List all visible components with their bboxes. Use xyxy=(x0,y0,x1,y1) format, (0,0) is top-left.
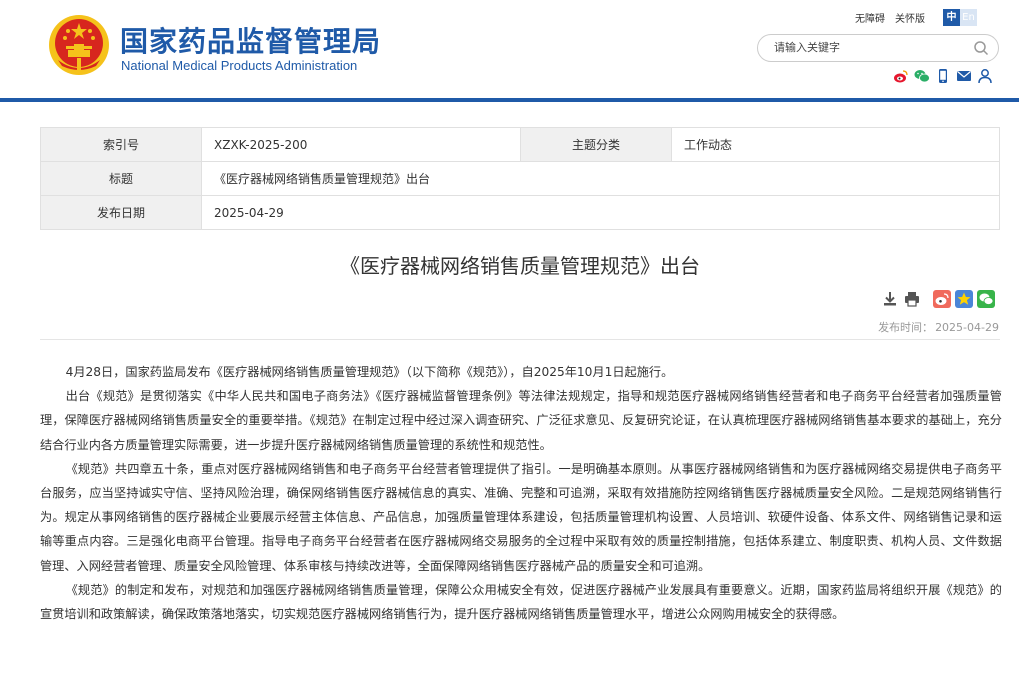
category-label: 主题分类 xyxy=(520,127,672,162)
publish-date-value: 2025-04-29 xyxy=(935,321,999,334)
site-title-en[interactable]: National Medical Products Administration xyxy=(121,58,357,73)
header-share-icons xyxy=(893,68,993,84)
header-divider-bar xyxy=(0,98,1019,102)
title-label: 标题 xyxy=(40,161,202,196)
search-icon[interactable] xyxy=(973,40,989,56)
lang-zh-button[interactable]: 中 xyxy=(943,9,960,26)
article-divider xyxy=(40,339,1000,340)
article-paragraph: 4月28日，国家药监局发布《医疗器械网络销售质量管理规范》（以下简称《规范》），… xyxy=(65,365,674,379)
care-mode-link[interactable]: 关怀版 xyxy=(895,10,925,25)
weibo-icon[interactable] xyxy=(893,68,909,84)
publish-date-label: 发布时间： xyxy=(878,321,934,334)
index-label: 索引号 xyxy=(40,127,202,162)
title-value: 《医疗器械网络销售质量管理规范》出台 xyxy=(201,161,1000,196)
article-tools xyxy=(881,290,999,308)
table-row: 发布日期 2025-04-29 xyxy=(40,195,1000,230)
article-body: 4月28日，国家药监局发布《医疗器械网络销售质量管理规范》（以下简称《规范》），… xyxy=(40,360,1002,626)
date-value: 2025-04-29 xyxy=(201,195,1000,230)
info-table: 索引号 XZXK-2025-200 主题分类 工作动态 标题 《医疗器械网络销售… xyxy=(40,127,1000,230)
publish-date: 发布时间： 2025-04-29 xyxy=(876,319,999,335)
mobile-icon[interactable] xyxy=(935,68,951,84)
download-icon[interactable] xyxy=(881,290,899,308)
site-header: 国家药品监督管理局 National Medical Products Admi… xyxy=(0,0,1019,98)
language-switch: 中 En xyxy=(943,9,977,26)
article-title: 《医疗器械网络销售质量管理规范》出台 xyxy=(340,254,700,278)
table-row: 索引号 XZXK-2025-200 主题分类 工作动态 xyxy=(40,127,1000,162)
article-paragraph: 《规范》共四章五十条，重点对医疗器械网络销售和电子商务平台经营者管理提供了指引。… xyxy=(40,461,1002,573)
national-emblem-logo[interactable] xyxy=(48,14,110,76)
accessibility-link[interactable]: 无障碍 xyxy=(855,10,885,25)
top-links: 无障碍 关怀版 中 En xyxy=(855,9,977,26)
article-paragraph: 出台《规范》是贯彻落实《中华人民共和国电子商务法》《医疗器械监督管理条例》等法律… xyxy=(40,389,1002,452)
search-input[interactable] xyxy=(772,40,976,55)
wechat-share-icon[interactable] xyxy=(977,290,995,308)
article-paragraph: 《规范》的制定和发布，对规范和加强医疗器械网络销售质量管理，保障公众用械安全有效… xyxy=(40,582,1002,622)
index-value: XZXK-2025-200 xyxy=(201,127,521,162)
category-value: 工作动态 xyxy=(671,127,1000,162)
weibo-share-icon[interactable] xyxy=(933,290,951,308)
mail-icon[interactable] xyxy=(956,68,972,84)
lang-en-button[interactable]: En xyxy=(960,9,977,26)
print-icon[interactable] xyxy=(903,290,921,308)
favorite-icon[interactable] xyxy=(955,290,973,308)
search-box xyxy=(757,34,999,62)
table-row: 标题 《医疗器械网络销售质量管理规范》出台 xyxy=(40,161,1000,196)
date-label: 发布日期 xyxy=(40,195,202,230)
user-icon[interactable] xyxy=(977,68,993,84)
wechat-icon[interactable] xyxy=(914,68,930,84)
site-title-cn[interactable]: 国家药品监督管理局 xyxy=(120,20,381,60)
